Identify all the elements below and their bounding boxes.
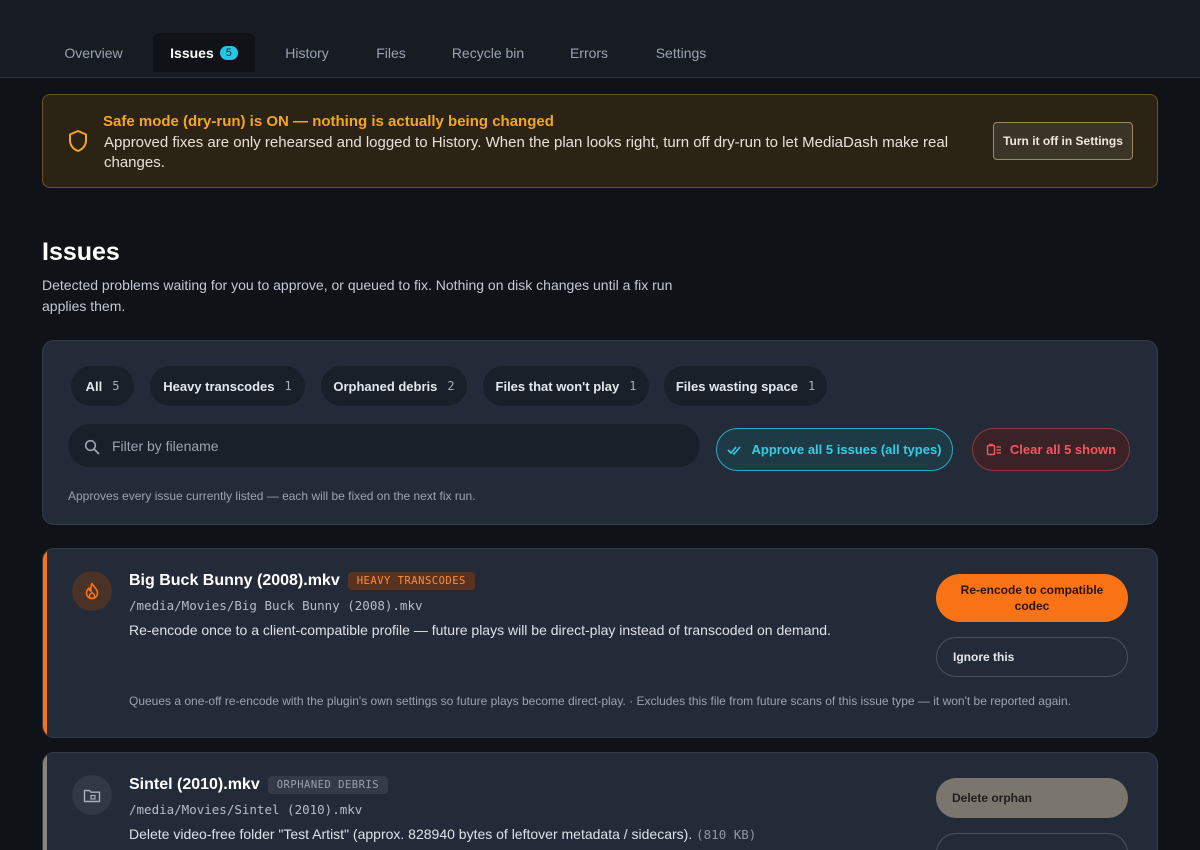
chip-label: Heavy transcodes (163, 378, 275, 394)
issue-footer-note: Queues a one-off re-encode with the plug… (129, 694, 1071, 708)
issue-card: Sintel (2010).mkv ORPHANED DEBRIS /media… (42, 752, 1158, 850)
issue-filename: Sintel (2010).mkv (129, 776, 260, 793)
filter-chip-orphaned-debris[interactable]: Orphaned debris 2 (321, 366, 467, 406)
approve-all-button[interactable]: Approve all 5 issues (all types) (716, 428, 953, 471)
tab-label: History (285, 44, 329, 61)
issue-card: Big Buck Bunny (2008).mkv HEAVY TRANSCOD… (42, 548, 1158, 738)
issue-type-badge: HEAVY TRANSCODES (347, 572, 475, 590)
chip-count: 1 (629, 379, 637, 393)
secondary-action-button[interactable] (936, 833, 1128, 850)
chip-label: Files that won't play (495, 378, 620, 394)
page-description: Detected problems waiting for you to app… (42, 277, 673, 314)
clear-all-button[interactable]: Clear all 5 shown (972, 428, 1130, 471)
chip-count: 1 (284, 379, 292, 393)
tab-files[interactable]: Files (360, 33, 422, 72)
chip-count: 5 (112, 379, 120, 393)
issue-path: /media/Movies/Sintel (2010).mkv (129, 802, 363, 817)
approve-all-label: Approve all 5 issues (all types) (751, 442, 942, 457)
chip-count: 1 (807, 379, 816, 393)
tab-overview[interactable]: Overview (46, 33, 141, 72)
folder-icon (72, 775, 112, 815)
tab-label: Files (376, 44, 406, 61)
issue-title: Sintel (2010).mkv ORPHANED DEBRIS (129, 776, 389, 794)
issue-path: /media/Movies/Big Buck Bunny (2008).mkv (129, 598, 423, 613)
tab-count-badge: 5 (219, 45, 238, 60)
search-input[interactable] (112, 424, 682, 467)
issue-type-badge: ORPHANED DEBRIS (267, 776, 389, 794)
double-check-icon (727, 445, 742, 455)
issue-description: Delete video-free folder "Test Artist" (… (129, 826, 919, 842)
issue-accent-stripe (43, 753, 47, 850)
tab-recycle-bin[interactable]: Recycle bin (437, 33, 539, 72)
chip-label: Files wasting space (675, 378, 798, 394)
delete-orphan-button[interactable]: Delete orphan (936, 778, 1128, 818)
tab-label: Errors (569, 44, 609, 61)
ignore-button[interactable]: Ignore this (936, 637, 1128, 677)
issue-description-text: Delete video-free folder "Test Artist" (… (129, 826, 693, 842)
tab-label: Overview (64, 44, 123, 61)
tab-bar: Overview Issues 5 History Files Recycle b… (0, 0, 1200, 78)
filter-chip-files-wont-play[interactable]: Files that won't play 1 (483, 366, 649, 406)
tab-issues[interactable]: Issues 5 (153, 33, 255, 72)
clear-all-label: Clear all 5 shown (1009, 442, 1117, 457)
tab-errors[interactable]: Errors (554, 33, 624, 72)
banner-text: Approved fixes are only rehearsed and lo… (104, 134, 949, 171)
tab-label: Issues (170, 44, 214, 61)
tab-settings[interactable]: Settings (640, 33, 722, 72)
filter-chip-heavy-transcodes[interactable]: Heavy transcodes 1 (150, 366, 305, 406)
approve-hint: Approves every issue currently listed — … (68, 489, 476, 503)
tab-label: Settings (655, 44, 707, 61)
filename-search (68, 424, 700, 467)
issue-filename: Big Buck Bunny (2008).mkv (129, 572, 340, 589)
issue-description: Re-encode once to a client-compatible pr… (129, 622, 831, 638)
search-icon (84, 439, 100, 455)
shield-icon (69, 130, 87, 152)
issue-title: Big Buck Bunny (2008).mkv HEAVY TRANSCOD… (129, 572, 475, 590)
turn-off-dry-run-button[interactable]: Turn it off in Settings (993, 122, 1133, 160)
clear-list-icon (986, 443, 1001, 455)
issue-size: (810 KB) (696, 827, 757, 842)
filter-chip-files-wasting-space[interactable]: Files wasting space 1 (664, 366, 827, 406)
banner-title: Safe mode (dry-run) is ON — nothing is a… (103, 113, 554, 130)
filter-panel: All 5 Heavy transcodes 1 Orphaned debris 2 … (42, 340, 1158, 525)
issue-accent-stripe (43, 549, 47, 737)
page-title: Issues (42, 238, 120, 266)
tab-label: Recycle bin (451, 44, 525, 61)
chip-label: All (85, 378, 103, 394)
chip-label: Orphaned debris (333, 378, 438, 394)
flame-icon (72, 571, 112, 611)
tab-history[interactable]: History (267, 33, 347, 72)
chip-count: 2 (447, 379, 455, 393)
filter-chip-all[interactable]: All 5 (71, 366, 134, 406)
safe-mode-banner: Safe mode (dry-run) is ON — nothing is a… (42, 94, 1158, 188)
re-encode-button[interactable]: Re-encode to compatible codec (936, 574, 1128, 622)
